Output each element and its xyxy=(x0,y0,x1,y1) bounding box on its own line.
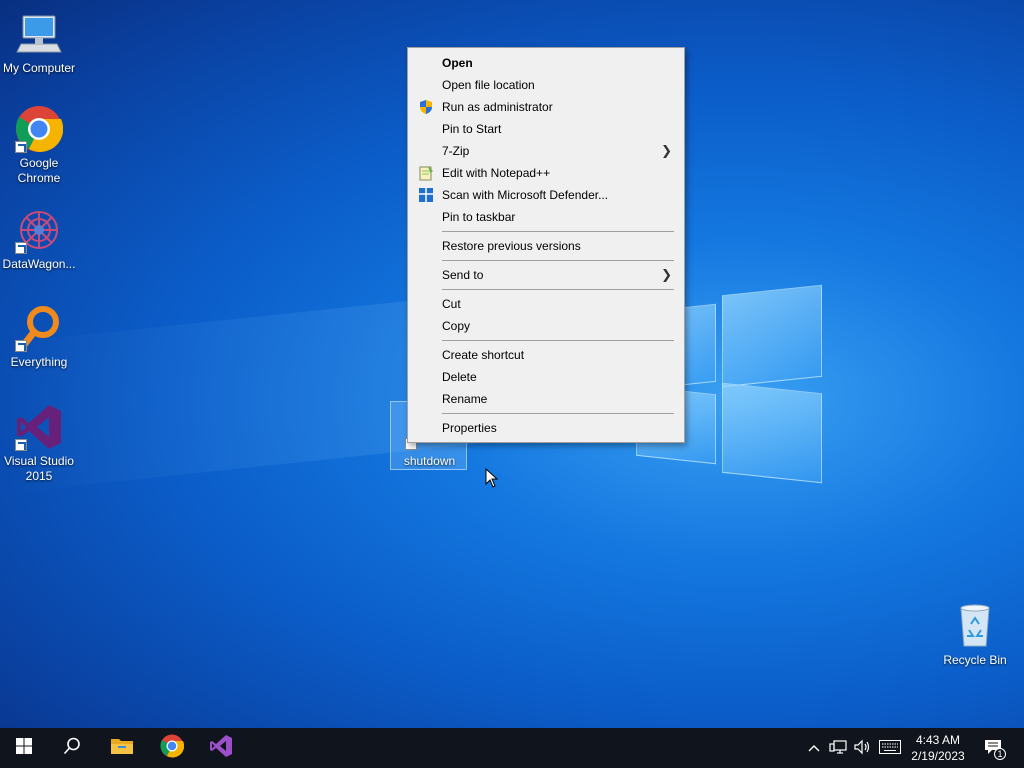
taskbar-visual-studio[interactable] xyxy=(197,728,245,768)
desktop-icon-label: shutdown xyxy=(403,454,456,468)
shortcut-arrow-icon xyxy=(15,141,27,153)
search-button[interactable] xyxy=(48,728,96,768)
search-icon xyxy=(63,737,81,760)
desktop-icon-google-chrome[interactable]: Google Chrome xyxy=(1,105,77,186)
desktop-icon-my-computer[interactable]: My Computer xyxy=(1,10,77,76)
menu-separator xyxy=(408,337,684,344)
desktop-icon-datawagon[interactable]: DataWagon... xyxy=(1,206,77,272)
notepad-plus-plus-icon xyxy=(418,165,434,181)
desktop-icon-label: Visual Studio 2015 xyxy=(4,454,74,483)
taskbar-chrome[interactable] xyxy=(148,728,196,768)
menu-item-open[interactable]: Open xyxy=(408,52,684,74)
menu-separator xyxy=(408,228,684,235)
chrome-icon xyxy=(15,105,64,153)
taskbar: 4:43 AM 2/19/2023 1 xyxy=(0,728,1024,768)
menu-separator xyxy=(408,286,684,293)
menu-item-copy[interactable]: Copy xyxy=(408,315,684,337)
shortcut-arrow-icon xyxy=(15,340,27,352)
defender-icon xyxy=(418,187,434,203)
desktop-icon-everything[interactable]: Everything xyxy=(1,304,77,370)
menu-item-pin-to-start[interactable]: Pin to Start xyxy=(408,118,684,140)
desktop-icon-label: Google Chrome xyxy=(17,156,61,185)
clock-date: 2/19/2023 xyxy=(911,749,965,763)
menu-separator xyxy=(408,410,684,417)
menu-item-rename[interactable]: Rename xyxy=(408,388,684,410)
start-icon xyxy=(16,737,32,759)
menu-item-send-to[interactable]: Send to ❯ xyxy=(408,264,684,286)
mouse-cursor-icon xyxy=(485,467,499,488)
chevron-up-icon xyxy=(808,741,820,755)
menu-item-pin-to-taskbar[interactable]: Pin to taskbar xyxy=(408,206,684,228)
tray-network[interactable] xyxy=(828,728,848,768)
context-menu: Open Open file location Run as administr… xyxy=(407,47,685,443)
volume-icon xyxy=(853,739,871,758)
menu-item-run-as-administrator[interactable]: Run as administrator xyxy=(408,96,684,118)
keyboard-icon xyxy=(879,739,901,757)
shortcut-arrow-icon xyxy=(15,439,27,451)
visual-studio-icon xyxy=(209,734,233,763)
taskbar-clock[interactable]: 4:43 AM 2/19/2023 xyxy=(904,732,972,764)
menu-item-restore-previous-versions[interactable]: Restore previous versions xyxy=(408,235,684,257)
clock-time: 4:43 AM xyxy=(915,733,961,747)
action-center-button[interactable]: 1 xyxy=(980,728,1008,768)
notification-icon: 1 xyxy=(984,739,1006,760)
everything-search-icon xyxy=(15,304,63,352)
menu-item-open-file-location[interactable]: Open file location xyxy=(408,74,684,96)
desktop-icon-label: Everything xyxy=(10,355,68,369)
tray-chevron-up[interactable] xyxy=(806,728,822,768)
tray-keyboard[interactable] xyxy=(878,728,902,768)
chevron-right-icon: ❯ xyxy=(661,143,672,158)
start-button[interactable] xyxy=(0,728,48,768)
menu-item-create-shortcut[interactable]: Create shortcut xyxy=(408,344,684,366)
desktop-icon-recycle-bin[interactable]: Recycle Bin xyxy=(937,602,1013,668)
notification-count-badge: 1 xyxy=(994,748,1006,760)
recycle-bin-icon xyxy=(951,602,999,650)
shortcut-arrow-icon xyxy=(15,242,27,254)
desktop-icon-label: Recycle Bin xyxy=(943,653,1007,667)
menu-item-cut[interactable]: Cut xyxy=(408,293,684,315)
desktop-icon-label: My Computer xyxy=(2,61,76,75)
network-icon xyxy=(829,739,847,758)
desktop-icon-label: DataWagon... xyxy=(2,257,76,271)
file-explorer-icon xyxy=(110,736,134,761)
computer-icon xyxy=(15,10,63,58)
menu-item-7-zip[interactable]: 7-Zip ❯ xyxy=(408,140,684,162)
chrome-icon xyxy=(160,734,185,763)
chevron-right-icon: ❯ xyxy=(661,267,672,282)
menu-item-properties[interactable]: Properties xyxy=(408,417,684,439)
menu-separator xyxy=(408,257,684,264)
menu-item-edit-with-notepad-plus-plus[interactable]: Edit with Notepad++ xyxy=(408,162,684,184)
tray-volume[interactable] xyxy=(852,728,872,768)
datawagon-icon xyxy=(15,206,63,254)
desktop-icon-visual-studio[interactable]: Visual Studio 2015 xyxy=(1,403,77,484)
menu-item-scan-with-defender[interactable]: Scan with Microsoft Defender... xyxy=(408,184,684,206)
shield-icon xyxy=(418,99,434,115)
visual-studio-icon xyxy=(15,403,63,451)
taskbar-file-explorer[interactable] xyxy=(98,728,146,768)
menu-item-delete[interactable]: Delete xyxy=(408,366,684,388)
